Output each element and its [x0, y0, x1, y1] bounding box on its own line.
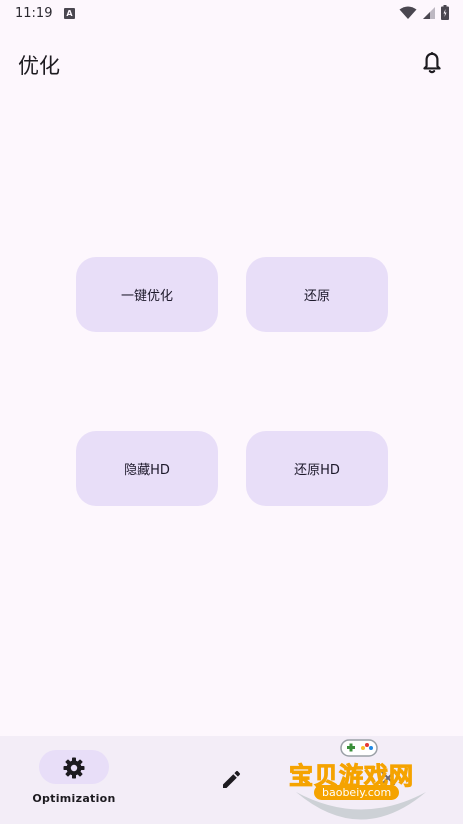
one-click-optimize-button[interactable]: 一键优化 [76, 257, 218, 332]
restore-hd-button[interactable]: 还原HD [246, 431, 388, 506]
nav-item-edit[interactable] [154, 736, 308, 824]
notification-a-icon: A [64, 8, 75, 19]
nav-item-third[interactable] [308, 736, 462, 824]
nav-label-optimization: Optimization [32, 792, 116, 805]
gear-icon [63, 757, 85, 779]
status-time: 11:19 [15, 6, 53, 21]
battery-icon [441, 5, 449, 20]
pencil-icon [223, 770, 241, 788]
signal-icon [423, 6, 435, 19]
nav-icon [381, 771, 395, 785]
nav-item-optimization[interactable]: Optimization [0, 736, 154, 824]
status-bar: 11:19 A [0, 0, 463, 28]
notification-bell-button[interactable] [419, 50, 445, 76]
status-icons [399, 5, 449, 20]
page-title: 优化 [18, 54, 60, 78]
hide-hd-button[interactable]: 隐藏HD [76, 431, 218, 506]
app-bar: 优化 [0, 40, 463, 86]
restore-button[interactable]: 还原 [246, 257, 388, 332]
wifi-icon [399, 6, 417, 19]
bottom-nav: Optimization [0, 736, 463, 824]
bell-icon [423, 52, 441, 74]
